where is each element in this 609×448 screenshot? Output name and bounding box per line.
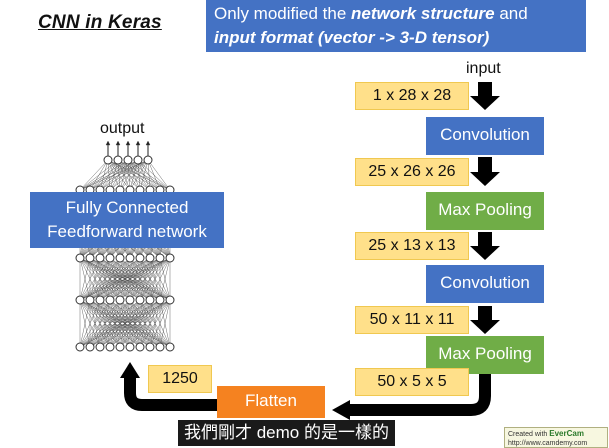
up-arrow-icon [125,140,131,146]
up-arrow-icon [120,362,140,378]
network-node [85,253,95,263]
network-node [155,342,165,352]
network-node [113,155,123,165]
down-arrow-icon [470,232,500,260]
fully-connected-box: Fully Connected Feedforward network [30,192,224,248]
network-node [145,295,155,305]
up-arrow-icon [135,140,141,146]
network-node [115,342,125,352]
network-node [105,342,115,352]
network-node [155,295,165,305]
network-node [125,295,135,305]
network-node [75,253,85,263]
network-node [135,295,145,305]
network-node [165,295,175,305]
network-node [165,342,175,352]
network-node [95,253,105,263]
network-node [95,342,105,352]
network-node [143,155,153,165]
network-node [105,253,115,263]
fc-line: Feedforward network [47,222,207,241]
convolution-layer: Convolution [426,265,544,303]
network-node [135,342,145,352]
evercam-watermark: Created with EverCam http://www.camdemy.… [504,427,608,448]
network-node [123,155,133,165]
flat-size-label: 1250 [148,365,212,393]
fc-line: Fully Connected [65,198,189,217]
input-label: input [466,60,501,77]
network-node [75,342,85,352]
network-node [165,253,175,263]
network-node [85,342,95,352]
network-node [135,253,145,263]
dim-label: 1 x 28 x 28 [355,82,469,110]
convolution-layer: Convolution [426,117,544,155]
video-subtitle: 我們剛才 demo 的是一樣的 [178,420,395,446]
up-arrow-icon [115,140,121,146]
dim-label: 25 x 13 x 13 [355,232,469,260]
max-pooling-layer: Max Pooling [426,192,544,230]
network-node [145,342,155,352]
down-arrow-icon [470,82,500,110]
network-node [145,253,155,263]
down-arrow-icon [470,306,500,334]
up-arrow-icon [145,140,151,146]
network-node [105,295,115,305]
network-node [115,295,125,305]
output-label: output [100,120,145,137]
network-edge [147,159,171,191]
dim-label: 50 x 11 x 11 [355,306,469,334]
network-node [125,342,135,352]
network-node [85,295,95,305]
network-node [115,253,125,263]
dim-label: 50 x 5 x 5 [355,368,469,396]
left-arrow-icon [332,400,350,420]
network-node [155,253,165,263]
flatten-layer: Flatten [217,386,325,418]
up-arrow-icon [105,140,111,146]
down-arrow-icon [470,157,500,186]
dim-label: 25 x 26 x 26 [355,158,469,186]
network-node [125,253,135,263]
network-node [75,295,85,305]
network-node [133,155,143,165]
network-node [103,155,113,165]
network-node [95,295,105,305]
